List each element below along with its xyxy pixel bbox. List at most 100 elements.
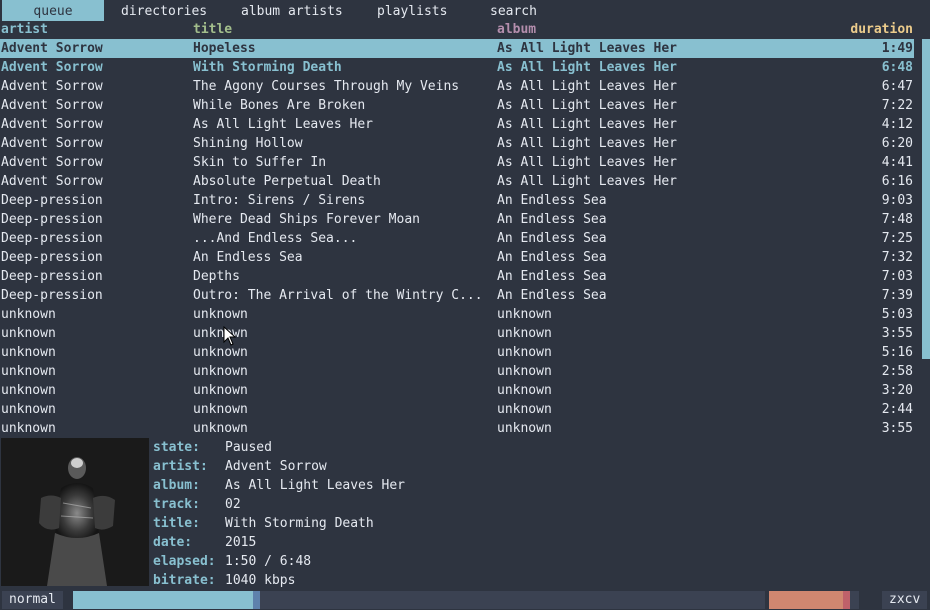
queue-row-duration: 5:03 — [881, 307, 913, 322]
column-header-artist: artist — [1, 22, 48, 37]
queue-row-duration: 3:55 — [881, 326, 913, 341]
queue-row[interactable]: Advent Sorrow As All Light Leaves Her As A… — [0, 115, 914, 134]
queue-row-title: Hopeless — [193, 41, 256, 56]
info-row: artist: Advent Sorrow — [153, 457, 327, 476]
info-value: 1040 kbps — [225, 573, 296, 588]
queue-row[interactable]: unknown unknown unknown 2:44 — [0, 400, 914, 419]
info-row: bitrate: 1040 kbps — [153, 571, 295, 590]
tab-search[interactable]: search — [490, 0, 537, 21]
queue-row-title: unknown — [193, 307, 248, 322]
queue-row[interactable]: unknown unknown unknown 5:16 — [0, 343, 914, 362]
queue-row-title: Skin to Suffer In — [193, 155, 327, 170]
queue-row-title: As All Light Leaves Her — [193, 117, 374, 132]
queue-row-album: unknown — [497, 421, 552, 436]
queue-row-artist: Deep-pression — [1, 288, 103, 303]
info-value: With Storming Death — [225, 516, 374, 531]
info-key: artist: — [153, 459, 208, 474]
info-key: album: — [153, 478, 200, 493]
queue-row-artist: unknown — [1, 383, 56, 398]
queue-row[interactable]: Advent Sorrow Absolute Perpetual Death As … — [0, 172, 914, 191]
info-row: state: Paused — [153, 438, 272, 457]
queue-row[interactable]: Deep-pression ...And Endless Sea... An End… — [0, 229, 914, 248]
queue-row-title: Shining Hollow — [193, 136, 303, 151]
info-value: As All Light Leaves Her — [225, 478, 406, 493]
queue-row-title: unknown — [193, 364, 248, 379]
queue-row-album: An Endless Sea — [497, 193, 607, 208]
info-row: elapsed: 1:50 / 6:48 — [153, 552, 311, 571]
queue-row-artist: Advent Sorrow — [1, 60, 103, 75]
queue-row-duration: 4:41 — [881, 155, 913, 170]
queue-row-album: An Endless Sea — [497, 269, 607, 284]
info-value: Advent Sorrow — [225, 459, 327, 474]
tab-album-artists[interactable]: album artists — [241, 0, 343, 21]
info-row: track: 02 — [153, 495, 241, 514]
queue-row-album: As All Light Leaves Her — [497, 98, 678, 113]
song-info-panel: state: Paused artist: Advent Sorrow album: As… — [153, 438, 405, 590]
queue-row-album: As All Light Leaves Her — [497, 136, 678, 151]
progress-fill — [73, 591, 253, 609]
queue-row-duration: 7:25 — [881, 231, 913, 246]
queue-row-duration: 6:20 — [881, 136, 913, 151]
queue-row-album: An Endless Sea — [497, 212, 607, 227]
volume-handle[interactable] — [843, 591, 850, 609]
column-header-title: title — [193, 22, 233, 37]
tab-playlists[interactable]: playlists — [377, 0, 447, 21]
queue-row-title: unknown — [193, 402, 248, 417]
volume-bar[interactable] — [769, 591, 859, 609]
album-cover-art — [1, 438, 149, 586]
queue-row-title: Depths — [193, 269, 240, 284]
tab-queue[interactable]: queue — [2, 0, 104, 21]
queue-row[interactable]: Deep-pression An Endless Sea An Endless Se… — [0, 248, 914, 267]
queue-row-artist: Deep-pression — [1, 231, 103, 246]
queue-row-artist: unknown — [1, 326, 56, 341]
queue-row-album: unknown — [497, 364, 552, 379]
queue-row-duration: 9:03 — [881, 193, 913, 208]
queue-row[interactable]: Advent Sorrow While Bones Are Broken As Al… — [0, 96, 914, 115]
queue-row-duration: 7:22 — [881, 98, 913, 113]
queue-row-duration: 2:58 — [881, 364, 913, 379]
queue-list: Advent Sorrow Hopeless As All Light Leaves… — [0, 39, 914, 438]
queue-row[interactable]: Deep-pression Where Dead Ships Forever Mo… — [0, 210, 914, 229]
queue-row-artist: Deep-pression — [1, 212, 103, 227]
column-header-duration: duration — [850, 22, 913, 37]
info-row: title: With Storming Death — [153, 514, 374, 533]
queue-row-duration: 6:47 — [881, 79, 913, 94]
queue-row-album: As All Light Leaves Her — [497, 60, 678, 75]
queue-scrollbar-thumb[interactable] — [922, 39, 930, 359]
queue-row[interactable]: unknown unknown unknown 5:03 — [0, 305, 914, 324]
progress-bar[interactable] — [73, 591, 765, 609]
queue-row[interactable]: Deep-pression Depths An Endless Sea 7:03 — [0, 267, 914, 286]
queue-row[interactable]: unknown unknown unknown 3:55 — [0, 419, 914, 438]
queue-row[interactable]: unknown unknown unknown 3:20 — [0, 381, 914, 400]
queue-row[interactable]: Advent Sorrow Shining Hollow As All Light … — [0, 134, 914, 153]
queue-row-album: As All Light Leaves Her — [497, 117, 678, 132]
queue-row[interactable]: Advent Sorrow With Storming Death As All L… — [0, 58, 914, 77]
queue-row[interactable]: Advent Sorrow The Agony Courses Through M… — [0, 77, 914, 96]
queue-row-title: unknown — [193, 383, 248, 398]
queue-row[interactable]: Advent Sorrow Skin to Suffer In As All Lig… — [0, 153, 914, 172]
queue-row[interactable]: Deep-pression Outro: The Arrival of the W… — [0, 286, 914, 305]
info-key: track: — [153, 497, 200, 512]
queue-row-title: Where Dead Ships Forever Moan — [193, 212, 420, 227]
queue-row-duration: 6:16 — [881, 174, 913, 189]
info-key: date: — [153, 535, 193, 550]
queue-row-title: The Agony Courses Through My Veins — [193, 79, 460, 94]
queue-row-artist: Advent Sorrow — [1, 174, 103, 189]
queue-row-album: unknown — [497, 402, 552, 417]
queue-row-album: As All Light Leaves Her — [497, 41, 678, 56]
queue-row[interactable]: Deep-pression Intro: Sirens / Sirens An En… — [0, 191, 914, 210]
queue-row-duration: 7:48 — [881, 212, 913, 227]
queue-row-title: unknown — [193, 421, 248, 436]
tab-directories[interactable]: directories — [121, 0, 207, 21]
queue-row-artist: unknown — [1, 307, 56, 322]
queue-row-title: Outro: The Arrival of the Wintry C... — [193, 288, 483, 303]
queue-row-artist: Advent Sorrow — [1, 41, 103, 56]
progress-handle[interactable] — [253, 591, 260, 609]
queue-row[interactable]: unknown unknown unknown 2:58 — [0, 362, 914, 381]
queue-row-artist: unknown — [1, 402, 56, 417]
queue-row[interactable]: Advent Sorrow Hopeless As All Light Leaves… — [0, 39, 914, 58]
queue-row[interactable]: unknown unknown unknown 3:55 — [0, 324, 914, 343]
queue-row-album: As All Light Leaves Her — [497, 79, 678, 94]
queue-row-title: unknown — [193, 345, 248, 360]
queue-row-artist: Deep-pression — [1, 269, 103, 284]
